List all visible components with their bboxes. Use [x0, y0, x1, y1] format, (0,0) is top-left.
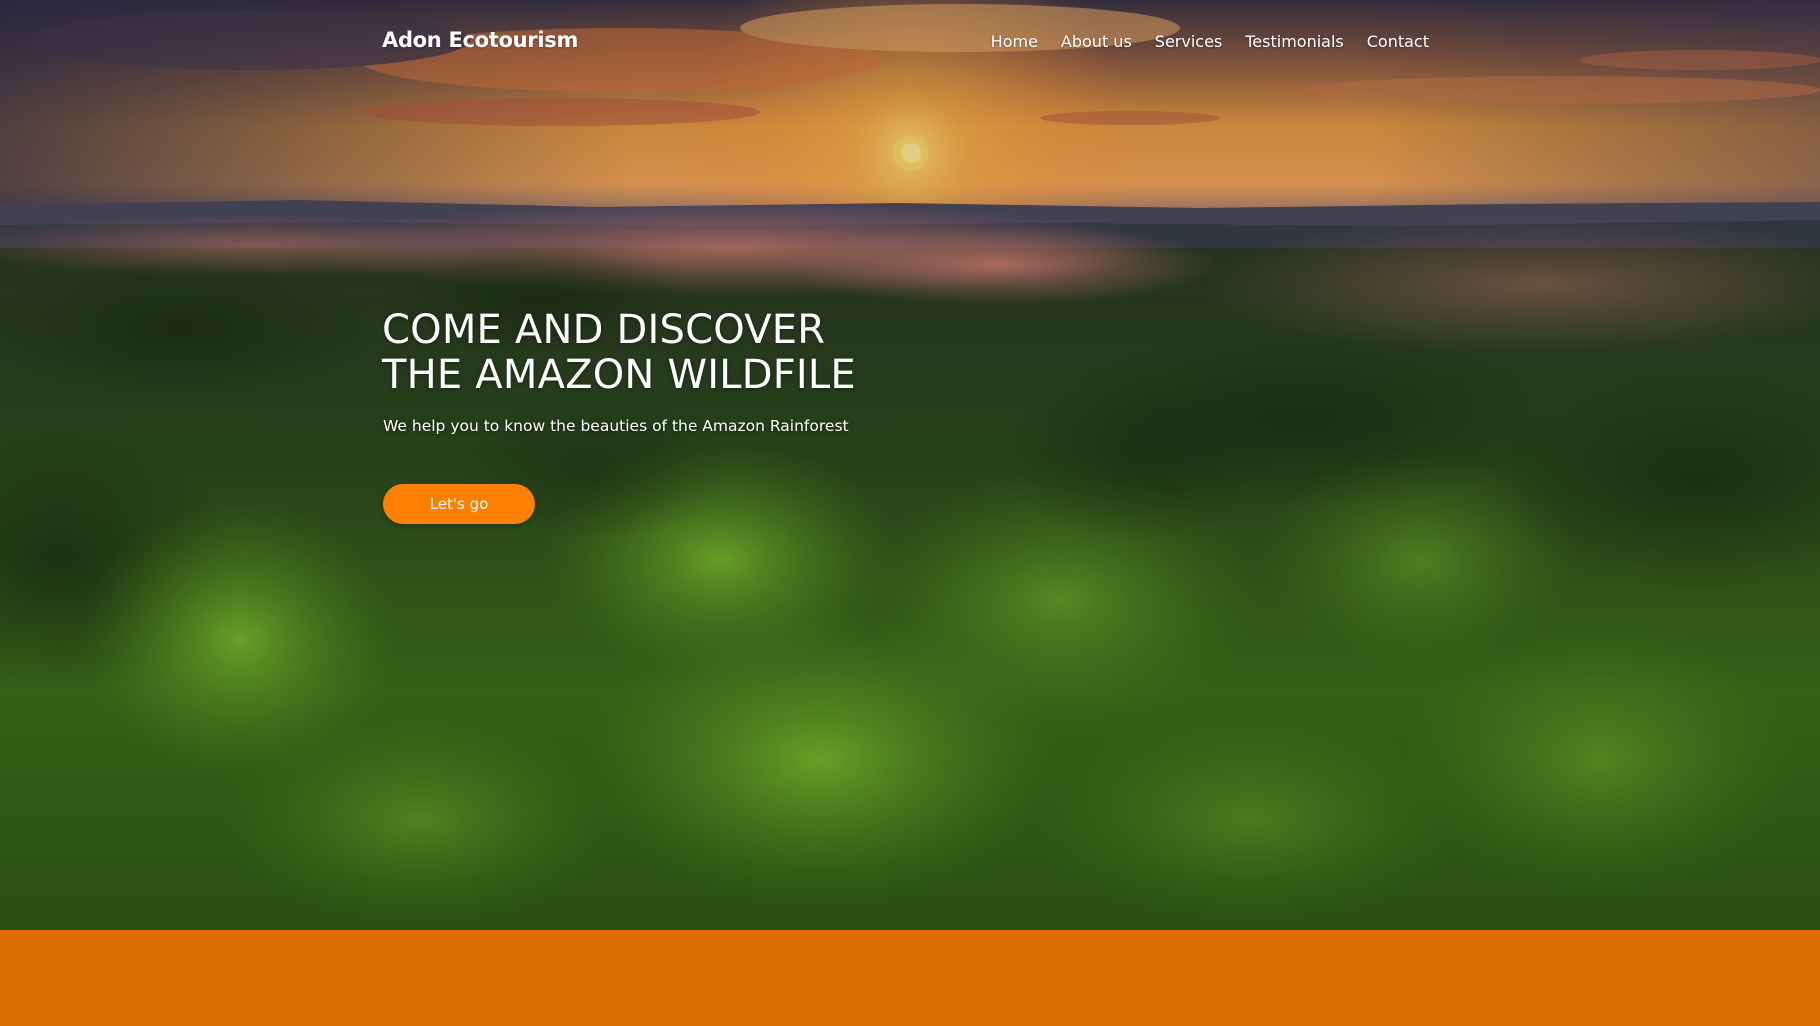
hero-title: COME AND DISCOVER THE AMAZON WILDFILE — [382, 308, 856, 398]
nav-link-testimonials[interactable]: Testimonials — [1245, 32, 1344, 51]
brand-logo-text[interactable]: Adon Ecotourism — [382, 28, 578, 52]
nav-link-about-us[interactable]: About us — [1061, 32, 1132, 51]
orange-section-band — [0, 930, 1820, 1026]
lets-go-button[interactable]: Let's go — [383, 484, 535, 524]
hero-subtitle: We help you to know the beauties of the … — [383, 417, 849, 435]
hero-title-line-1: COME AND DISCOVER — [382, 307, 826, 353]
nav-link-contact[interactable]: Contact — [1367, 32, 1429, 51]
nav-link-services[interactable]: Services — [1155, 32, 1222, 51]
hero-background-image — [0, 0, 1820, 930]
hero-section: Adon Ecotourism Home About us Services T… — [0, 0, 1820, 930]
nav-links: Home About us Services Testimonials Cont… — [991, 32, 1429, 51]
hero-title-line-2: THE AMAZON WILDFILE — [382, 352, 856, 398]
navbar: Adon Ecotourism Home About us Services T… — [0, 0, 1820, 84]
nav-link-home[interactable]: Home — [991, 32, 1038, 51]
